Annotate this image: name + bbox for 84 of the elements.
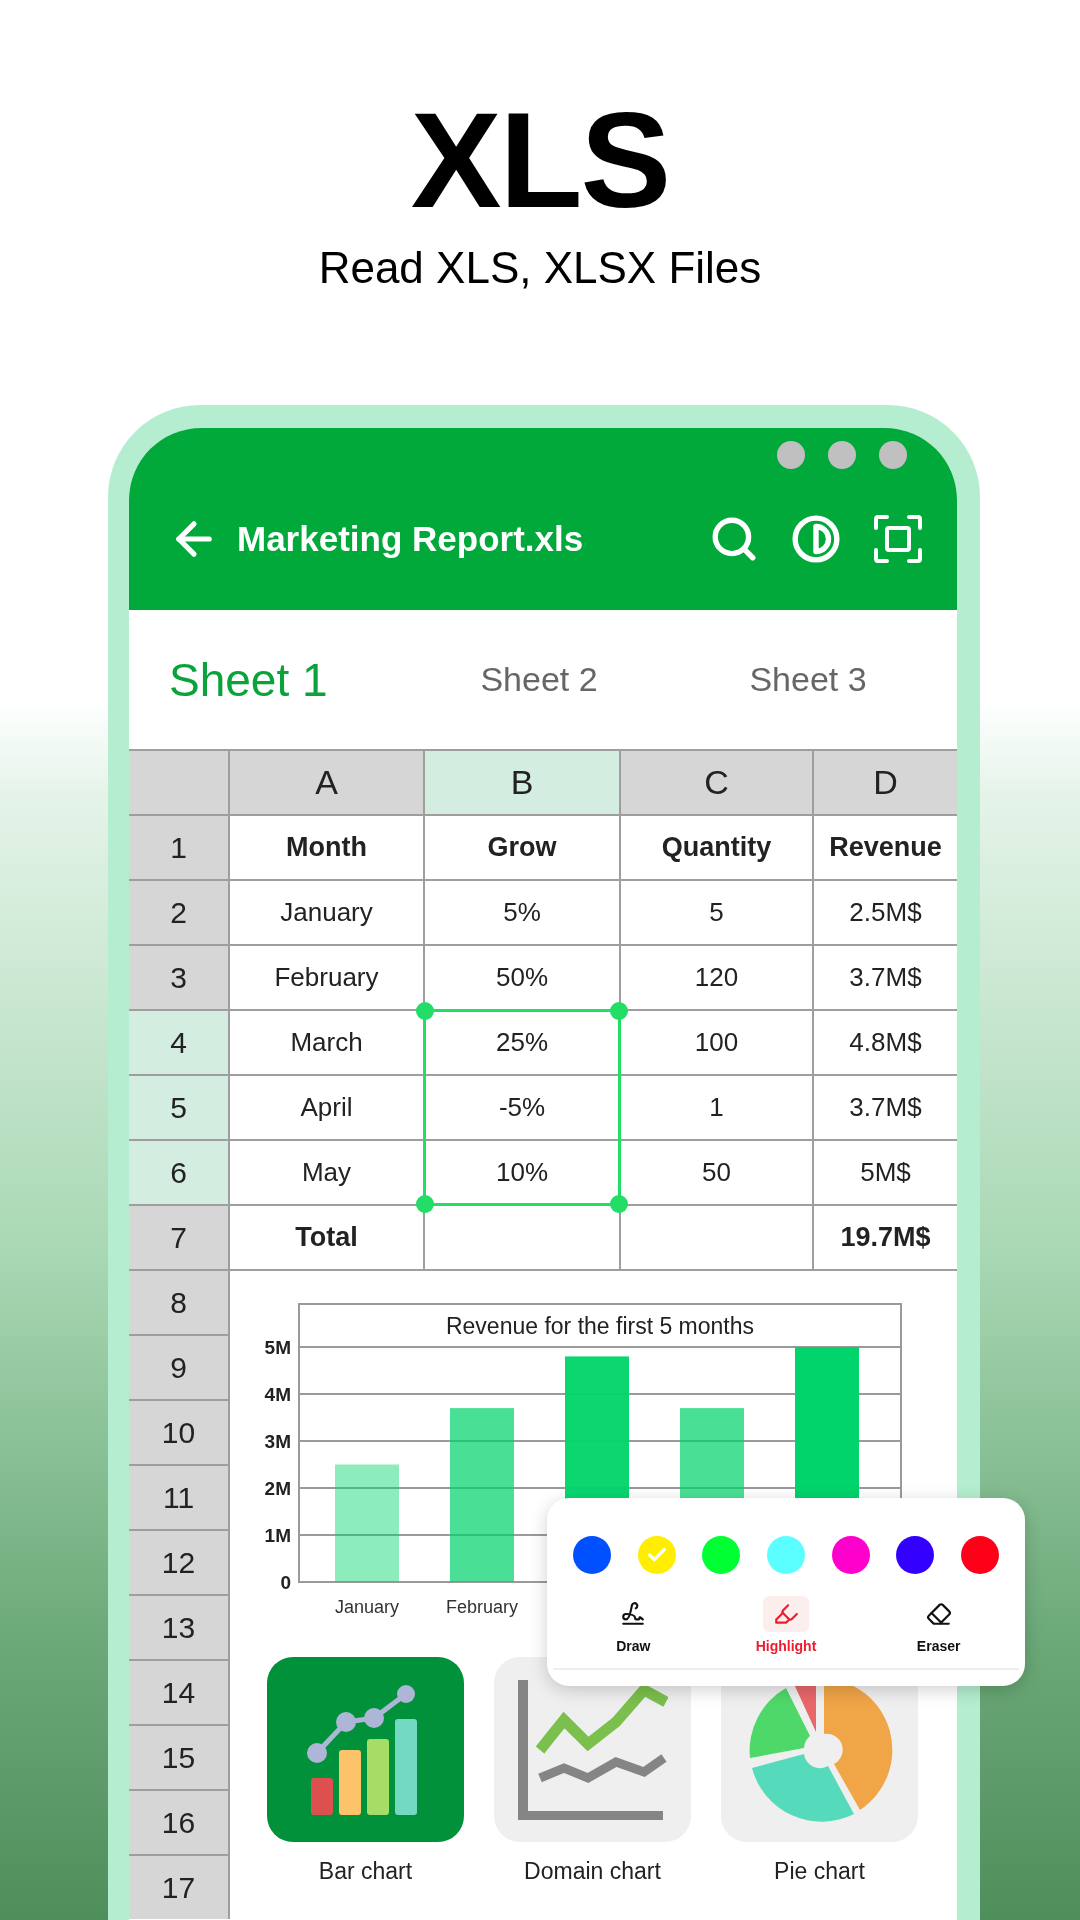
hero-title: XLS: [410, 90, 670, 230]
color-swatch[interactable]: [702, 1536, 741, 1574]
color-swatch[interactable]: [896, 1536, 935, 1574]
table-cell: 1: [621, 1076, 812, 1139]
fullscreen-icon: [873, 513, 923, 564]
row-header[interactable]: 13: [129, 1596, 228, 1659]
table-cell: 50: [621, 1141, 812, 1204]
table-cell: 2.5M$: [814, 881, 957, 944]
color-swatch[interactable]: [637, 1536, 676, 1574]
color-swatch[interactable]: [960, 1536, 999, 1574]
table-cell: April: [230, 1076, 423, 1139]
axis-label: 1M: [264, 1525, 291, 1546]
color-swatch[interactable]: [831, 1536, 870, 1574]
table-cell: 5: [621, 881, 812, 944]
row-header[interactable]: 12: [129, 1531, 228, 1594]
table-cell: 3.7M$: [814, 946, 957, 1009]
chart-title: Revenue for the first 5 months: [445, 1313, 755, 1339]
color-swatch[interactable]: [573, 1536, 611, 1574]
axis-label: February: [446, 1597, 518, 1617]
table-cell: 120: [621, 946, 812, 1009]
row-header[interactable]: 15: [129, 1726, 228, 1789]
file-title: Marketing Report.xls: [237, 518, 585, 559]
column-header[interactable]: A: [230, 751, 423, 814]
chart-type-card[interactable]: [267, 1657, 464, 1842]
eraser-icon: [925, 1601, 952, 1627]
table-cell: Month: [230, 816, 423, 879]
column-header[interactable]: C: [621, 751, 812, 814]
row-header[interactable]: 6: [129, 1141, 228, 1204]
row-header[interactable]: 7: [129, 1206, 228, 1269]
axis-label: January: [335, 1597, 399, 1617]
window-dot: [828, 441, 856, 469]
table-cell: -5%: [425, 1076, 619, 1139]
drawing-tool[interactable]: Highlight: [709, 1596, 863, 1654]
line-chart-icon: [517, 1679, 668, 1820]
table-cell: 50%: [425, 946, 619, 1009]
row-header[interactable]: 1: [129, 816, 228, 879]
table-cell: 25%: [425, 1011, 619, 1074]
row-header[interactable]: 11: [129, 1466, 228, 1529]
table-cell: Revenue: [814, 816, 957, 879]
table-cell: 100: [621, 1011, 812, 1074]
color-swatch[interactable]: [766, 1536, 805, 1574]
table-cell: 10%: [425, 1141, 619, 1204]
axis-label: 2M: [264, 1478, 291, 1499]
row-header[interactable]: 17: [129, 1856, 228, 1919]
signature-icon: [620, 1601, 647, 1627]
column-header[interactable]: D: [814, 751, 957, 814]
chart-type-label: Bar chart: [318, 1858, 413, 1885]
axis-label: 5M: [264, 1337, 291, 1358]
row-header[interactable]: 14: [129, 1661, 228, 1724]
chart-type-label: Domain chart: [524, 1858, 661, 1885]
row-header[interactable]: 5: [129, 1076, 228, 1139]
row-header[interactable]: 8: [129, 1271, 228, 1334]
table-cell: January: [230, 881, 423, 944]
drawing-tool[interactable]: Draw: [557, 1596, 710, 1654]
sheet-tab[interactable]: Sheet 3: [749, 660, 867, 699]
table-cell: 3.7M$: [814, 1076, 957, 1139]
table-cell: 4.8M$: [814, 1011, 957, 1074]
drawing-tool[interactable]: Eraser: [862, 1596, 1015, 1654]
table-cell: Grow: [425, 816, 619, 879]
window-dot: [879, 441, 907, 469]
row-header[interactable]: 9: [129, 1336, 228, 1399]
axis-label: 4M: [264, 1384, 291, 1405]
column-header[interactable]: B: [425, 751, 619, 814]
row-header[interactable]: 4: [129, 1011, 228, 1074]
table-cell: Total: [230, 1206, 423, 1269]
chart-type-label: Pie chart: [774, 1858, 865, 1885]
hero-subtitle: Read XLS, XLSX Files: [318, 242, 762, 294]
contrast-icon: [791, 513, 841, 564]
row-header[interactable]: 16: [129, 1791, 228, 1854]
table-cell: 19.7M$: [814, 1206, 957, 1269]
row-header[interactable]: 2: [129, 881, 228, 944]
row-header[interactable]: 10: [129, 1401, 228, 1464]
axis-label: 3M: [264, 1431, 291, 1452]
table-cell: 5%: [425, 881, 619, 944]
table-cell: 5M$: [814, 1141, 957, 1204]
table-cell: May: [230, 1141, 423, 1204]
axis-label: 0: [280, 1572, 291, 1593]
highlighter-icon: [773, 1601, 799, 1627]
table-cell: February: [230, 946, 423, 1009]
row-header[interactable]: 3: [129, 946, 228, 1009]
table-cell: March: [230, 1011, 423, 1074]
sheet-tab[interactable]: Sheet 2: [480, 660, 598, 699]
window-dot: [777, 441, 805, 469]
table-cell: Quantity: [621, 816, 812, 879]
